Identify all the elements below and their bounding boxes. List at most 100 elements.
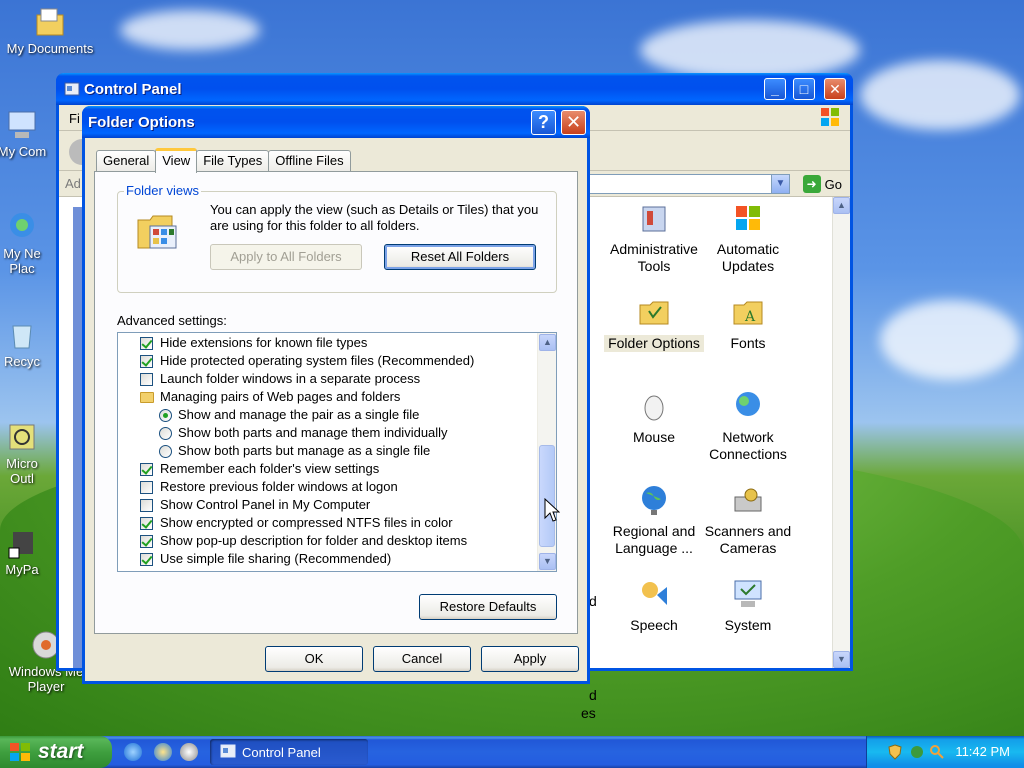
checkbox[interactable] [140, 516, 153, 530]
control-panel-icon [64, 81, 80, 97]
radio-button[interactable] [159, 444, 172, 458]
maximize-button[interactable]: □ [793, 78, 815, 100]
ok-button[interactable]: OK [265, 646, 363, 672]
start-button[interactable]: start [0, 736, 112, 768]
cp-item-folder-options[interactable]: Folder Options [604, 295, 704, 352]
cp-item-system[interactable]: System [698, 577, 798, 634]
restore-defaults-button[interactable]: Restore Defaults [419, 594, 557, 620]
folder-options-dialog[interactable]: Folder Options ? ✕ General View File Typ… [82, 106, 590, 684]
checkbox[interactable] [140, 552, 153, 566]
advanced-setting-row[interactable]: Remember each folder's view settings [140, 460, 379, 478]
apply-button[interactable]: Apply [481, 646, 579, 672]
cp-item-scanners-cameras[interactable]: Scanners and Cameras [698, 483, 798, 557]
cp-item-fonts[interactable]: A Fonts [698, 295, 798, 352]
cp-item-regional-language[interactable]: Regional and Language ... [604, 483, 704, 557]
messenger-icon[interactable] [909, 744, 925, 760]
cp-item-network-connections[interactable]: Network Connections [698, 389, 798, 463]
tab-view[interactable]: View [155, 148, 198, 173]
dialog-tabs: General View File Types Offline Files [96, 148, 351, 173]
desktop-icon-label: My Documents [6, 41, 94, 56]
security-shield-icon[interactable] [887, 744, 903, 760]
advanced-setting-row[interactable]: Show and manage the pair as a single fil… [159, 406, 419, 424]
tab-offline-files[interactable]: Offline Files [268, 150, 351, 172]
internet-explorer-icon[interactable] [124, 743, 142, 761]
menu-file-fragment[interactable]: Fi [69, 111, 80, 126]
radio-button[interactable] [159, 408, 172, 422]
cloud [640, 20, 860, 80]
advanced-settings-list[interactable]: ▲ ▼ Hide extensions for known file types… [117, 332, 557, 572]
clipped-label: es [581, 705, 596, 721]
advanced-setting-label: Show pop-up description for folder and d… [160, 533, 468, 548]
apply-to-all-folders-button[interactable]: Apply to All Folders [210, 244, 362, 270]
advanced-setting-row[interactable]: Show both parts and manage them individu… [159, 424, 448, 442]
taskbar-task-label: Control Panel [242, 744, 321, 760]
search-icon[interactable] [929, 744, 945, 760]
automatic-updates-icon [731, 201, 765, 235]
checkbox[interactable] [140, 354, 153, 368]
speech-icon [637, 577, 671, 611]
radio-button[interactable] [159, 426, 172, 440]
cp-item-label: Regional and Language ... [612, 523, 696, 556]
media-player-quicklaunch-icon[interactable] [180, 743, 198, 761]
address-dropdown-icon[interactable]: ▼ [771, 175, 789, 193]
checkbox[interactable] [140, 498, 153, 512]
globe-icon [637, 483, 671, 517]
show-desktop-icon[interactable] [154, 743, 172, 761]
folder-views-icon [136, 210, 180, 254]
checkbox[interactable] [140, 372, 153, 386]
tab-file-types[interactable]: File Types [196, 150, 270, 172]
cp-item-automatic-updates[interactable]: Automatic Updates [698, 201, 798, 275]
cp-item-label: Automatic Updates [716, 241, 780, 274]
advanced-setting-row[interactable]: Show encrypted or compressed NTFS files … [140, 514, 453, 532]
reset-all-folders-button[interactable]: Reset All Folders [384, 244, 536, 270]
dialog-close-button[interactable]: ✕ [561, 110, 586, 135]
taskbar-control-panel-button[interactable]: Control Panel [210, 739, 368, 765]
advanced-setting-row[interactable]: Use simple file sharing (Recommended) [140, 550, 391, 568]
minimize-button[interactable]: _ [764, 78, 786, 100]
checkbox[interactable] [140, 534, 153, 548]
cp-item-speech[interactable]: Speech [604, 577, 704, 634]
outlook-icon [5, 420, 39, 454]
help-button[interactable]: ? [531, 110, 556, 135]
advanced-setting-label: Show both parts but manage as a single f… [178, 443, 431, 458]
advanced-setting-row[interactable]: Managing pairs of Web pages and folders [140, 388, 400, 406]
scroll-down-icon[interactable]: ▼ [539, 553, 556, 570]
go-button[interactable]: ➜ Go [802, 174, 842, 194]
scroll-up-icon[interactable]: ▲ [539, 334, 556, 351]
control-panel-scrollbar[interactable]: ▲ ▼ [832, 197, 850, 668]
advanced-setting-label: Use simple file sharing (Recommended) [160, 551, 392, 566]
network-icon [5, 210, 39, 244]
my-documents-icon [33, 5, 67, 39]
advanced-setting-label: Hide protected operating system files (R… [160, 353, 475, 368]
checkbox[interactable] [140, 336, 153, 350]
cancel-button[interactable]: Cancel [373, 646, 471, 672]
dialog-titlebar[interactable]: Folder Options ? ✕ [82, 106, 590, 138]
advanced-setting-label: Launch folder windows in a separate proc… [160, 371, 421, 386]
advanced-setting-row[interactable]: Show both parts but manage as a single f… [159, 442, 430, 460]
tab-general[interactable]: General [96, 150, 157, 172]
my-computer-icon [5, 108, 39, 142]
close-button[interactable]: ✕ [824, 78, 846, 100]
go-label: Go [824, 176, 842, 192]
scroll-up-icon[interactable]: ▲ [833, 197, 850, 214]
checkbox[interactable] [140, 480, 153, 494]
advanced-setting-row[interactable]: Show pop-up description for folder and d… [140, 532, 467, 550]
advanced-setting-label: Remember each folder's view settings [160, 461, 380, 476]
advanced-setting-row[interactable]: Hide protected operating system files (R… [140, 352, 474, 370]
checkbox[interactable] [140, 462, 153, 476]
advanced-setting-row[interactable]: Restore previous folder windows at logon [140, 478, 398, 496]
svg-text:A: A [744, 309, 756, 325]
scroll-thumb[interactable] [539, 445, 555, 547]
advanced-setting-row[interactable]: Show Control Panel in My Computer [140, 496, 370, 514]
cp-item-administrative-tools[interactable]: Administrative Tools [604, 201, 704, 275]
advanced-setting-label: Show Control Panel in My Computer [160, 497, 371, 512]
advanced-setting-row[interactable]: Hide extensions for known file types [140, 334, 367, 352]
camera-icon [731, 483, 765, 517]
advanced-settings-scrollbar[interactable]: ▲ ▼ [537, 333, 556, 571]
desktop-icon-my-documents[interactable]: My Documents [0, 5, 100, 56]
cp-item-mouse[interactable]: Mouse [604, 389, 704, 446]
folder-views-group: Folder views You can apply the view (suc… [117, 183, 557, 293]
control-panel-titlebar[interactable]: Control Panel _ □ ✕ [56, 73, 853, 105]
advanced-setting-row[interactable]: Launch folder windows in a separate proc… [140, 370, 420, 388]
scroll-down-icon[interactable]: ▼ [833, 651, 850, 668]
